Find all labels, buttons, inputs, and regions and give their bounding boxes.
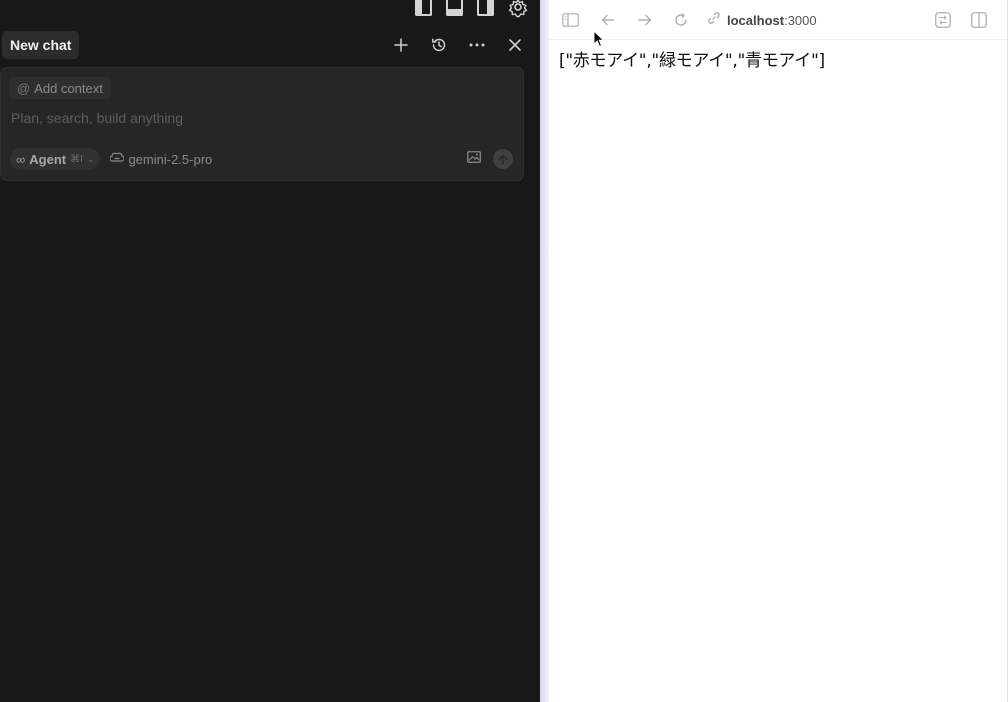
reload-icon[interactable] [672, 11, 690, 29]
sidebar-toggle-icon[interactable] [561, 11, 579, 29]
layout-panel-bottom-icon[interactable] [446, 0, 463, 16]
split-view-icon[interactable] [970, 11, 988, 29]
chat-composer: @ Add context ∞ Agent ⌘I ⌄ [0, 67, 524, 181]
agent-mode-label: Agent [29, 151, 67, 167]
agent-mode-shortcut: ⌘I [70, 153, 83, 165]
link-icon [707, 11, 721, 30]
chat-header-actions [392, 36, 524, 54]
model-icon [109, 152, 126, 167]
model-label: gemini-2.5-pro [128, 151, 213, 167]
window-layout-controls [415, 0, 528, 18]
screen: New chat @ Add context Plan, search, bui… [0, 0, 1008, 702]
browser-panel: localhost:3000 ["赤モアイ","緑モアイ","青モアイ"] [549, 0, 1008, 702]
reader-mode-icon[interactable] [934, 11, 952, 29]
mouse-cursor-icon [593, 29, 605, 53]
image-icon[interactable] [467, 150, 481, 168]
browser-toolbar: localhost:3000 [549, 0, 1007, 40]
layout-sidebar-left-icon[interactable] [415, 0, 432, 16]
add-context-button[interactable]: @ Add context [10, 77, 110, 99]
arrow-up-icon [498, 154, 508, 165]
chat-panel: New chat @ Add context Plan, search, bui… [0, 0, 540, 702]
forward-arrow-icon[interactable] [636, 11, 654, 29]
close-icon[interactable] [506, 36, 524, 54]
gear-icon[interactable] [508, 0, 528, 18]
history-icon[interactable] [430, 36, 448, 54]
at-icon: @ [17, 80, 31, 96]
agent-mode-select[interactable]: ∞ Agent ⌘I ⌄ [10, 148, 101, 170]
url-host: localhost [727, 12, 785, 28]
layout-sidebar-right-icon[interactable] [477, 0, 494, 16]
composer-footer: ∞ Agent ⌘I ⌄ gemini-2.5-pro [10, 148, 513, 170]
url-port: :3000 [784, 12, 817, 28]
url-text: localhost:3000 [727, 13, 817, 28]
composer-actions [467, 149, 513, 169]
chevron-down-icon: ⌄ [86, 153, 95, 164]
tab-new-chat[interactable]: New chat [2, 31, 80, 59]
back-arrow-icon[interactable] [599, 11, 617, 29]
prompt-input[interactable] [11, 108, 511, 128]
panel-divider[interactable] [540, 0, 549, 702]
plus-icon[interactable] [392, 36, 410, 54]
chat-header: New chat [0, 30, 540, 60]
address-bar[interactable]: localhost:3000 [707, 11, 817, 29]
more-horizontal-icon[interactable] [468, 36, 486, 54]
infinity-icon: ∞ [16, 151, 26, 167]
add-context-label: Add context [34, 80, 103, 96]
model-select[interactable]: gemini-2.5-pro [109, 151, 213, 167]
send-button[interactable] [493, 149, 513, 169]
